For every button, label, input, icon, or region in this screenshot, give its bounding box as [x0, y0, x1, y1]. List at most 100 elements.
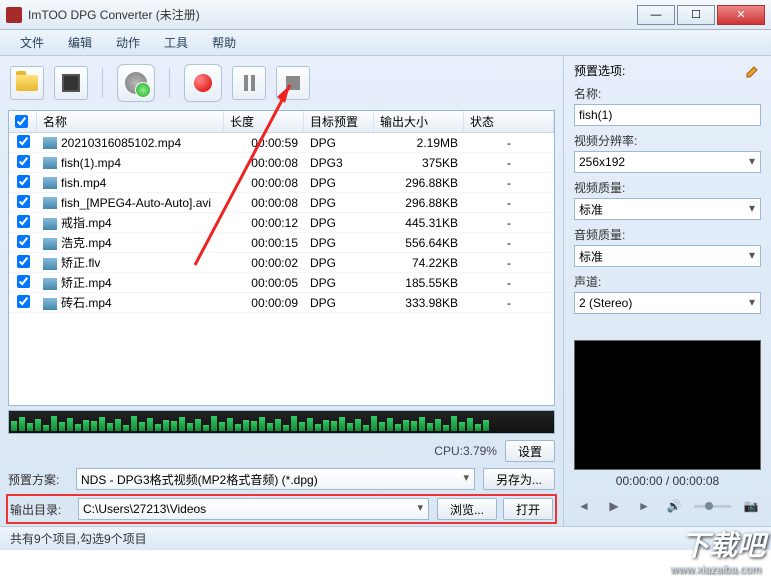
save-as-button[interactable]: 另存为... [483, 468, 555, 490]
file-name: 20210316085102.mp4 [61, 136, 181, 150]
row-checkbox[interactable] [17, 255, 30, 268]
file-size: 296.88KB [374, 196, 464, 210]
table-row[interactable]: 砖石.mp400:00:09DPG333.98KB- [9, 293, 554, 313]
row-checkbox[interactable] [17, 155, 30, 168]
output-dir-input[interactable] [78, 498, 429, 520]
menu-edit[interactable]: 编辑 [56, 30, 104, 55]
preset-select[interactable] [76, 468, 475, 490]
col-status[interactable]: 状态 [464, 111, 554, 132]
file-preset: DPG3 [304, 156, 374, 170]
statusbar: 共有9个项目,勾选9个项目 ◢ [0, 526, 771, 550]
col-size[interactable]: 输出大小 [374, 111, 464, 132]
channel-label: 声道: [574, 273, 761, 290]
record-button[interactable] [184, 64, 222, 102]
preview-time: 00:00:00 / 00:00:08 [574, 474, 761, 488]
row-checkbox[interactable] [17, 135, 30, 148]
pause-icon [244, 75, 255, 91]
audio-quality-select[interactable] [574, 245, 761, 267]
file-size: 74.22KB [374, 256, 464, 270]
table-row[interactable]: 戒指.mp400:00:12DPG445.31KB- [9, 213, 554, 233]
toolbar-divider [169, 68, 170, 98]
prev-frame-button[interactable]: ◄ [574, 496, 594, 516]
table-row[interactable]: fish_[MPEG4-Auto-Auto].avi00:00:08DPG296… [9, 193, 554, 213]
snapshot-button[interactable]: 📷 [741, 496, 761, 516]
channel-select[interactable] [574, 292, 761, 314]
file-size: 375KB [374, 156, 464, 170]
col-name[interactable]: 名称 [37, 111, 224, 132]
menu-action[interactable]: 动作 [104, 30, 152, 55]
file-duration: 00:00:59 [224, 136, 304, 150]
volume-slider[interactable] [694, 505, 731, 508]
video-file-icon [43, 137, 57, 149]
stop-button[interactable] [276, 66, 310, 100]
file-name: fish.mp4 [61, 176, 106, 190]
next-frame-button[interactable]: ► [634, 496, 654, 516]
edit-preset-button[interactable] [745, 63, 761, 79]
record-icon [194, 74, 212, 92]
table-row[interactable]: 矫正.flv00:00:02DPG74.22KB- [9, 253, 554, 273]
file-name: 浩克.mp4 [61, 236, 112, 250]
browse-button[interactable]: 浏览... [437, 498, 497, 520]
file-name: 戒指.mp4 [61, 216, 112, 230]
row-checkbox[interactable] [17, 295, 30, 308]
resize-grip[interactable]: ◢ [754, 532, 761, 546]
file-preset: DPG [304, 276, 374, 290]
video-file-icon [43, 197, 57, 209]
play-button[interactable]: ▶ [604, 496, 624, 516]
preview-screen [574, 340, 761, 470]
row-checkbox[interactable] [17, 235, 30, 248]
video-quality-select[interactable] [574, 198, 761, 220]
file-preset: DPG [304, 256, 374, 270]
file-duration: 00:00:02 [224, 256, 304, 270]
table-row[interactable]: fish.mp400:00:08DPG296.88KB- [9, 173, 554, 193]
row-checkbox[interactable] [17, 275, 30, 288]
video-file-icon [43, 218, 57, 230]
file-duration: 00:00:05 [224, 276, 304, 290]
row-checkbox[interactable] [17, 195, 30, 208]
file-preset: DPG [304, 236, 374, 250]
col-preset[interactable]: 目标预置 [304, 111, 374, 132]
audio-spectrum [8, 410, 555, 434]
watermark-url: www.xiazaiba.com [671, 564, 761, 576]
open-button[interactable]: 打开 [503, 498, 553, 520]
file-name: 砖石.mp4 [61, 296, 112, 310]
table-row[interactable]: 浩克.mp400:00:15DPG556.64KB- [9, 233, 554, 253]
row-checkbox[interactable] [17, 215, 30, 228]
file-status: - [464, 136, 554, 150]
name-input[interactable] [574, 104, 761, 126]
video-file-icon [43, 177, 57, 189]
volume-icon[interactable]: 🔊 [664, 496, 684, 516]
close-button[interactable]: ✕ [717, 5, 765, 25]
menu-file[interactable]: 文件 [8, 30, 56, 55]
table-row[interactable]: 20210316085102.mp4 00:00:59DPG2.19MB- [9, 133, 554, 153]
file-size: 2.19MB [374, 136, 464, 150]
add-video-button[interactable] [54, 66, 88, 100]
table-row[interactable]: fish(1).mp400:00:08DPG3375KB- [9, 153, 554, 173]
toolbar [8, 62, 555, 104]
resolution-label: 视频分辨率: [574, 132, 761, 149]
file-preset: DPG [304, 176, 374, 190]
cpu-settings-button[interactable]: 设置 [505, 440, 555, 462]
file-table: 名称 长度 目标预置 输出大小 状态 20210316085102.mp4 00:… [8, 110, 555, 406]
file-duration: 00:00:08 [224, 176, 304, 190]
menubar: 文件 编辑 动作 工具 帮助 [0, 30, 771, 56]
file-duration: 00:00:09 [224, 296, 304, 310]
row-checkbox[interactable] [17, 175, 30, 188]
table-row[interactable]: 矫正.mp400:00:05DPG185.55KB- [9, 273, 554, 293]
file-preset: DPG [304, 136, 374, 150]
file-status: - [464, 156, 554, 170]
select-all-checkbox[interactable] [15, 115, 28, 128]
settings-button[interactable] [117, 64, 155, 102]
col-duration[interactable]: 长度 [224, 111, 304, 132]
file-status: - [464, 176, 554, 190]
video-file-icon [43, 258, 57, 270]
maximize-button[interactable]: ☐ [677, 5, 715, 25]
resolution-select[interactable] [574, 151, 761, 173]
menu-tool[interactable]: 工具 [152, 30, 200, 55]
pause-button[interactable] [232, 66, 266, 100]
file-preset: DPG [304, 296, 374, 310]
menu-help[interactable]: 帮助 [200, 30, 248, 55]
minimize-button[interactable]: — [637, 5, 675, 25]
add-file-button[interactable] [10, 66, 44, 100]
video-file-icon [43, 238, 57, 250]
